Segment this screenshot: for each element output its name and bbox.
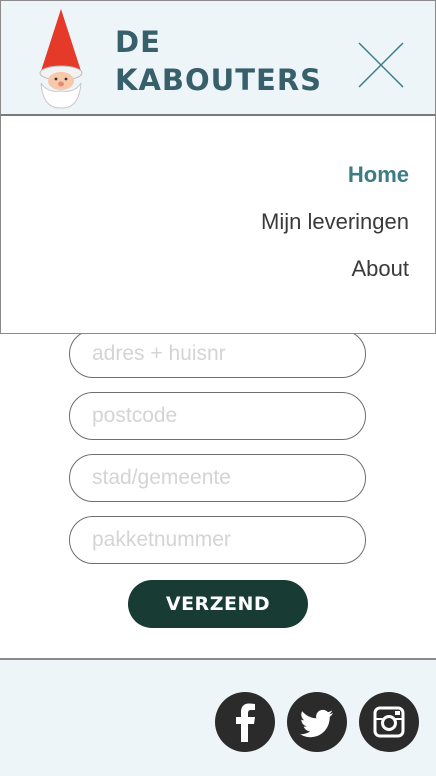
facebook-icon[interactable]	[215, 692, 275, 752]
nav-item-home[interactable]: Home	[348, 162, 409, 188]
package-number-input[interactable]	[69, 516, 366, 564]
twitter-icon[interactable]	[287, 692, 347, 752]
nav-item-mijn-leveringen[interactable]: Mijn leveringen	[261, 209, 409, 235]
brand-line-1: DE	[115, 25, 161, 59]
brand-title[interactable]: DE KABOUTERS	[115, 23, 322, 99]
instagram-icon[interactable]	[359, 692, 419, 752]
city-input[interactable]	[69, 454, 366, 502]
postcode-input[interactable]	[69, 392, 366, 440]
header: DE KABOUTERS	[0, 0, 436, 116]
nav-menu: Home Mijn leveringen About	[0, 116, 436, 334]
close-icon[interactable]	[357, 41, 405, 89]
footer	[0, 658, 436, 776]
submit-button[interactable]: VERZEND	[128, 580, 308, 628]
gnome-logo-icon	[39, 9, 83, 109]
nav-item-about[interactable]: About	[352, 256, 410, 282]
address-input[interactable]	[69, 330, 366, 378]
brand-line-2: KABOUTERS	[115, 63, 323, 97]
